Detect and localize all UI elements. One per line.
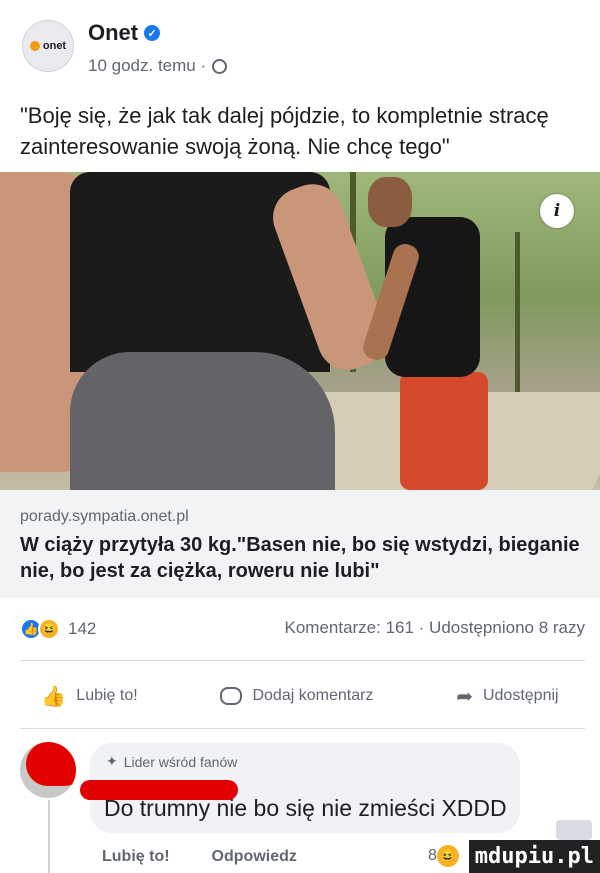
comment-button[interactable]: Dodaj komentarz [220,687,373,705]
page-name-text[interactable]: Onet [88,20,138,46]
globe-icon [212,58,228,74]
like-button[interactable]: 👍 Lubię to! [41,684,137,709]
link-preview[interactable]: porady.sympatia.onet.pl W ciąży przytyła… [0,490,600,598]
page-name[interactable]: Onet ✓ [88,20,161,46]
post-stats: 👍 😆 142 Komentarze: 161 · Udostępniono 8… [20,618,585,642]
watermark-logo: mdupiu.pl [468,840,600,873]
comment-label: Dodaj komentarz [252,687,374,704]
divider [20,728,585,729]
link-domain: porady.sympatia.onet.pl [20,508,189,525]
comments-shares-count[interactable]: Komentarze: 161 · Udostępniono 8 razy [284,618,585,638]
censor-mark [80,780,238,800]
comment-actions: Lubię to! Odpowiedz [102,848,297,866]
share-button[interactable]: ➦ Udostępnij [456,684,558,709]
fan-badge: ✦ Lider wśród fanów [106,753,237,770]
share-label: Udostępnij [482,687,559,704]
reactions-summary[interactable]: 👍 😆 142 [20,618,96,640]
man-pants [400,372,488,490]
tree-trunk [515,232,520,412]
haha-reaction-icon: 😆 [38,618,60,640]
comment-icon [220,687,243,705]
share-icon: ➦ [456,685,473,708]
post-header: onet Onet ✓ 10 godz. temu · [0,0,600,90]
like-label: Lubię to! [76,687,138,704]
watermark-ghost [556,820,592,840]
verified-icon: ✓ [144,25,161,41]
link-image[interactable]: i [0,172,600,490]
fan-badge-label: Lider wśród fanów [123,753,238,770]
thumb-up-icon: 👍 [41,685,67,708]
comment-reply-button[interactable]: Odpowiedz [212,848,297,866]
info-icon[interactable]: i [540,194,574,228]
star-badge-icon: ✦ [106,753,118,769]
page-avatar[interactable]: onet [22,20,74,72]
woman-legs [70,352,335,490]
reactions-count: 142 [68,619,97,638]
action-bar: 👍 Lubię to! Dodaj komentarz ➦ Udostępnij [0,676,600,716]
censor-mark [26,742,76,786]
link-title[interactable]: W ciąży przytyła 30 kg."Basen nie, bo si… [20,532,590,584]
comment-reactions[interactable]: 8 😆 [428,845,459,867]
post-time[interactable]: 10 godz. temu · [88,56,206,76]
comment-reaction-count: 8 [428,847,437,864]
comment-like-button[interactable]: Lubię to! [102,848,170,866]
post-text: "Boję się, że jak tak dalej pójdzie, to … [20,103,549,159]
haha-reaction-icon: 😆 [436,845,459,867]
commenter-avatar[interactable] [20,742,76,798]
onet-logo-dot-icon [29,41,40,51]
thread-line [48,800,50,873]
avatar-text: onet [42,40,67,52]
post-meta: 10 godz. temu · [88,56,228,76]
man-head [368,177,412,227]
divider [20,660,585,661]
